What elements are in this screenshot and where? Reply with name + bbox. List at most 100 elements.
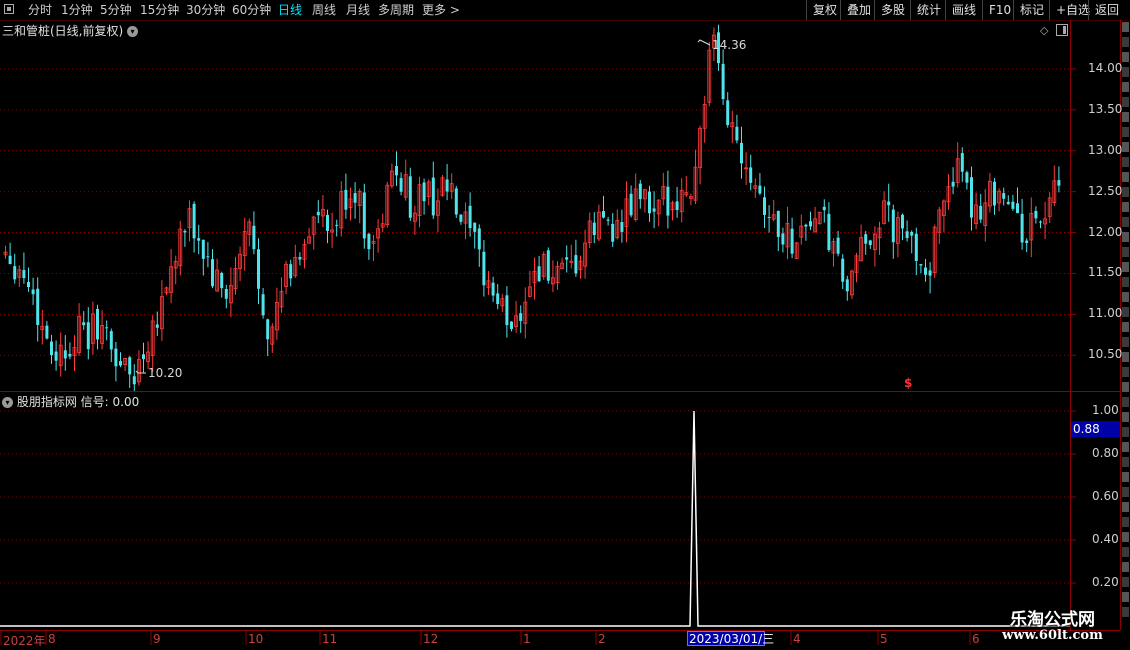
period-tab-5[interactable]: 60分钟 [232, 2, 271, 18]
indicator-tick-2: 0.60 [1092, 489, 1119, 503]
candle-body-down [519, 313, 523, 321]
candle-body-down [211, 259, 214, 287]
date-label-7: 2 [598, 632, 606, 646]
candle-body-down [629, 193, 633, 216]
candle-body-down [395, 166, 398, 176]
candle-body-down [891, 209, 895, 243]
toolbar-button-3[interactable]: 统计 [910, 0, 945, 20]
period-tab-6[interactable]: 日线 [278, 2, 302, 18]
watermark: 乐淘公式网 www.60lt.com [985, 605, 1120, 647]
candle-body-down [1025, 240, 1029, 243]
side-strip-cell [1122, 457, 1129, 467]
candle-body-down [620, 222, 624, 232]
candle-body-down [827, 213, 831, 251]
diamond-icon[interactable]: ◇ [1040, 24, 1048, 37]
side-strip-cell [1122, 232, 1129, 242]
side-strip-cell [1122, 607, 1129, 617]
candle-body-down [119, 361, 122, 366]
candle-body-down [468, 205, 472, 229]
side-strip-cell [1122, 202, 1129, 212]
watermark-title: 乐淘公式网 [1010, 610, 1095, 630]
date-label-8: 4 [793, 632, 801, 646]
date-label-2: 9 [153, 632, 161, 646]
side-strip-cell [1122, 442, 1129, 452]
toolbar-button-8[interactable]: 返回 [1088, 0, 1120, 20]
side-strip-cell [1122, 307, 1129, 317]
side-strip-cell [1122, 382, 1129, 392]
side-strip-cell [1122, 337, 1129, 347]
side-strip-cell [1122, 52, 1129, 62]
candle-body-down [652, 208, 656, 212]
indicator-line [0, 410, 1070, 627]
period-toolbar: 分时 1分钟 5分钟 15分钟 30分钟 60分钟 日线 周线 月线 多周期 更多 > 复权 叠加 多股统… [0, 0, 1130, 21]
candle-body-down [266, 319, 270, 340]
toolbar-button-5[interactable]: F10 [982, 0, 1013, 20]
panel-divider[interactable] [0, 391, 1120, 392]
main-chart-title[interactable]: 三和管桩(日线,前复权) ▾ [2, 22, 139, 39]
candle-body-down [105, 327, 109, 329]
high-pointer [697, 39, 711, 46]
period-tab-4[interactable]: 30分钟 [186, 2, 225, 18]
candle-body-down [809, 221, 812, 227]
candle-body-down [602, 211, 605, 218]
candle-body-down [919, 264, 923, 266]
period-tab-9[interactable]: 多周期 [378, 2, 414, 18]
candle-body-down [740, 142, 743, 164]
candle-body-down [1020, 213, 1024, 243]
candle-body-down [491, 282, 495, 296]
candle-body-down [864, 234, 868, 244]
period-tab-3[interactable]: 15分钟 [140, 2, 179, 18]
toolbar-button-2[interactable]: 多股 [874, 0, 910, 20]
panel-toggle-icon[interactable] [1056, 24, 1068, 36]
side-strip-cell [1122, 367, 1129, 377]
candle-body-down [868, 240, 872, 245]
candle-body-down [1039, 221, 1042, 223]
candle-body-down [289, 264, 293, 279]
toolbar-button-4[interactable]: 画线 [945, 0, 982, 20]
chevron-down-icon[interactable]: ▾ [127, 26, 139, 37]
period-tab-10[interactable]: 更多 > [422, 2, 460, 18]
toolbar-button-6[interactable]: 标记 [1013, 0, 1049, 20]
candle-body-down [257, 249, 260, 289]
candle-body-down [109, 331, 113, 350]
candle-body-down [422, 182, 426, 202]
indicator-title[interactable]: ▾ 股朋指标网 信号: 0.00 [2, 393, 139, 410]
candle-body-down [477, 228, 481, 250]
price-tick-1: 13.50 [1088, 101, 1123, 116]
chevron-down-icon[interactable]: ▾ [2, 397, 13, 408]
candle-body-down [496, 293, 500, 305]
candle-body-down [261, 294, 265, 316]
price-tick-7: 10.50 [1088, 347, 1123, 362]
candle-body-down [252, 225, 256, 250]
candle-body-down [537, 266, 541, 282]
side-strip-cell [1122, 142, 1129, 152]
candle-body-down [367, 233, 371, 250]
side-strip-cell [1122, 517, 1129, 527]
chart-canvas[interactable] [0, 0, 1130, 650]
date-label-5: 12 [423, 632, 439, 646]
candle-body-down [362, 192, 366, 239]
period-tab-1[interactable]: 1分钟 [61, 2, 93, 18]
candle-body-down [431, 177, 435, 216]
period-tab-7[interactable]: 周线 [312, 2, 336, 18]
toolbar-button-7[interactable]: +自选 [1049, 0, 1090, 20]
high-low-markers [135, 39, 711, 374]
period-tab-0[interactable]: 分时 [28, 2, 52, 18]
menu-square-icon[interactable] [4, 4, 14, 14]
candle-body-down [45, 325, 49, 339]
period-tab-2[interactable]: 5分钟 [100, 2, 132, 18]
candle-body-down [1057, 180, 1061, 186]
candle-body-down [970, 177, 973, 218]
candle-body-down [804, 224, 808, 227]
side-panel-strip[interactable] [1121, 20, 1130, 630]
candle-body-down [666, 186, 670, 216]
date-label-0: 2022年 [3, 634, 46, 648]
period-tab-8[interactable]: 月线 [346, 2, 370, 18]
side-strip-cell [1122, 322, 1129, 332]
toolbar-button-1[interactable]: 叠加 [840, 0, 874, 20]
side-strip-cell [1122, 67, 1129, 77]
toolbar-button-0[interactable]: 复权 [806, 0, 840, 20]
side-strip-cell [1122, 97, 1129, 107]
side-strip-cell [1122, 352, 1129, 362]
candle-body-down [841, 258, 845, 282]
